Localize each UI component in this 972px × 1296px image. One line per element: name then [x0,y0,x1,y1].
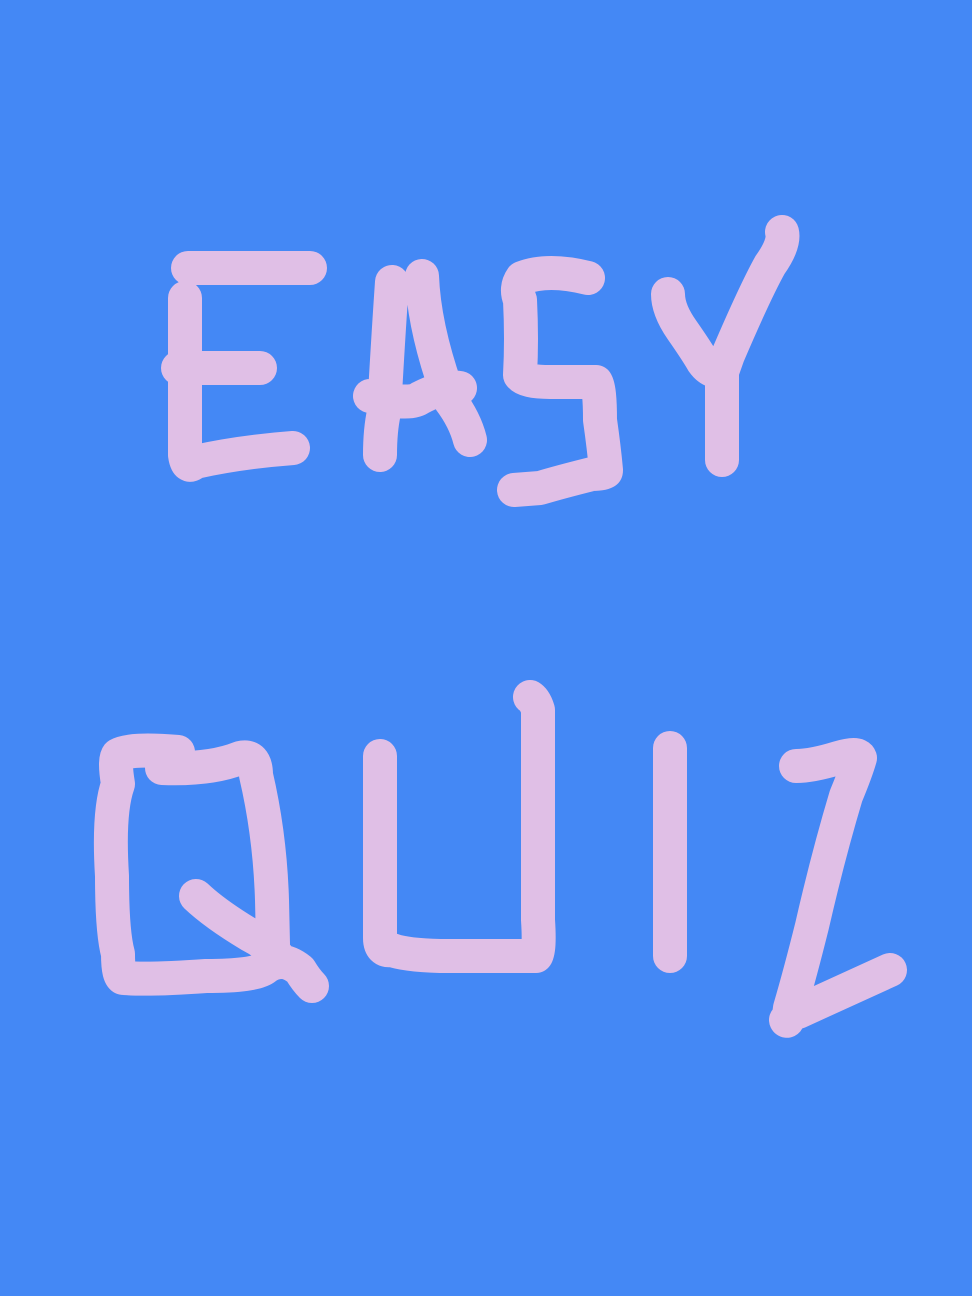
letter-s [497,256,623,507]
letter-q [93,733,329,1003]
letter-a [353,259,487,472]
drawing-canvas: EASY QUIZ [0,0,972,1296]
handwritten-title-art [93,215,907,1038]
letter-z [769,738,907,1038]
letter-y [651,215,800,477]
letter-u [363,680,556,973]
letter-e [161,251,327,482]
